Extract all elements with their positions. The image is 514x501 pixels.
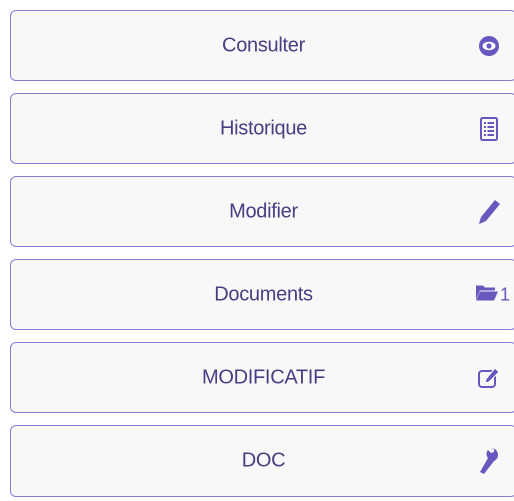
documents-button[interactable]: Documents 1 (10, 259, 514, 330)
historique-label: Historique (219, 117, 308, 139)
documents-label: Documents (214, 283, 313, 305)
consulter-button[interactable]: Consulter (10, 10, 514, 81)
modifier-button[interactable]: Modifier (10, 176, 514, 247)
folder-open-icon (475, 283, 499, 306)
doc-button[interactable]: DOC (10, 425, 514, 497)
modificatif-button[interactable]: MODIFICATIF (10, 342, 514, 413)
list-icon (476, 116, 502, 142)
modifier-label: Modifier (229, 200, 298, 222)
edit-icon (476, 365, 502, 391)
historique-button[interactable]: Historique (10, 93, 514, 164)
modificatif-label: MODIFICATIF (202, 366, 325, 388)
wrench-icon (476, 448, 502, 474)
consulter-label: Consulter (222, 34, 305, 56)
doc-label: DOC (241, 449, 286, 472)
eye-icon (476, 33, 502, 59)
documents-indicator: 1 (475, 283, 510, 306)
pencil-icon (476, 199, 502, 225)
documents-count: 1 (499, 284, 510, 304)
action-menu: Consulter Historique Modifier Documents … (10, 10, 514, 497)
